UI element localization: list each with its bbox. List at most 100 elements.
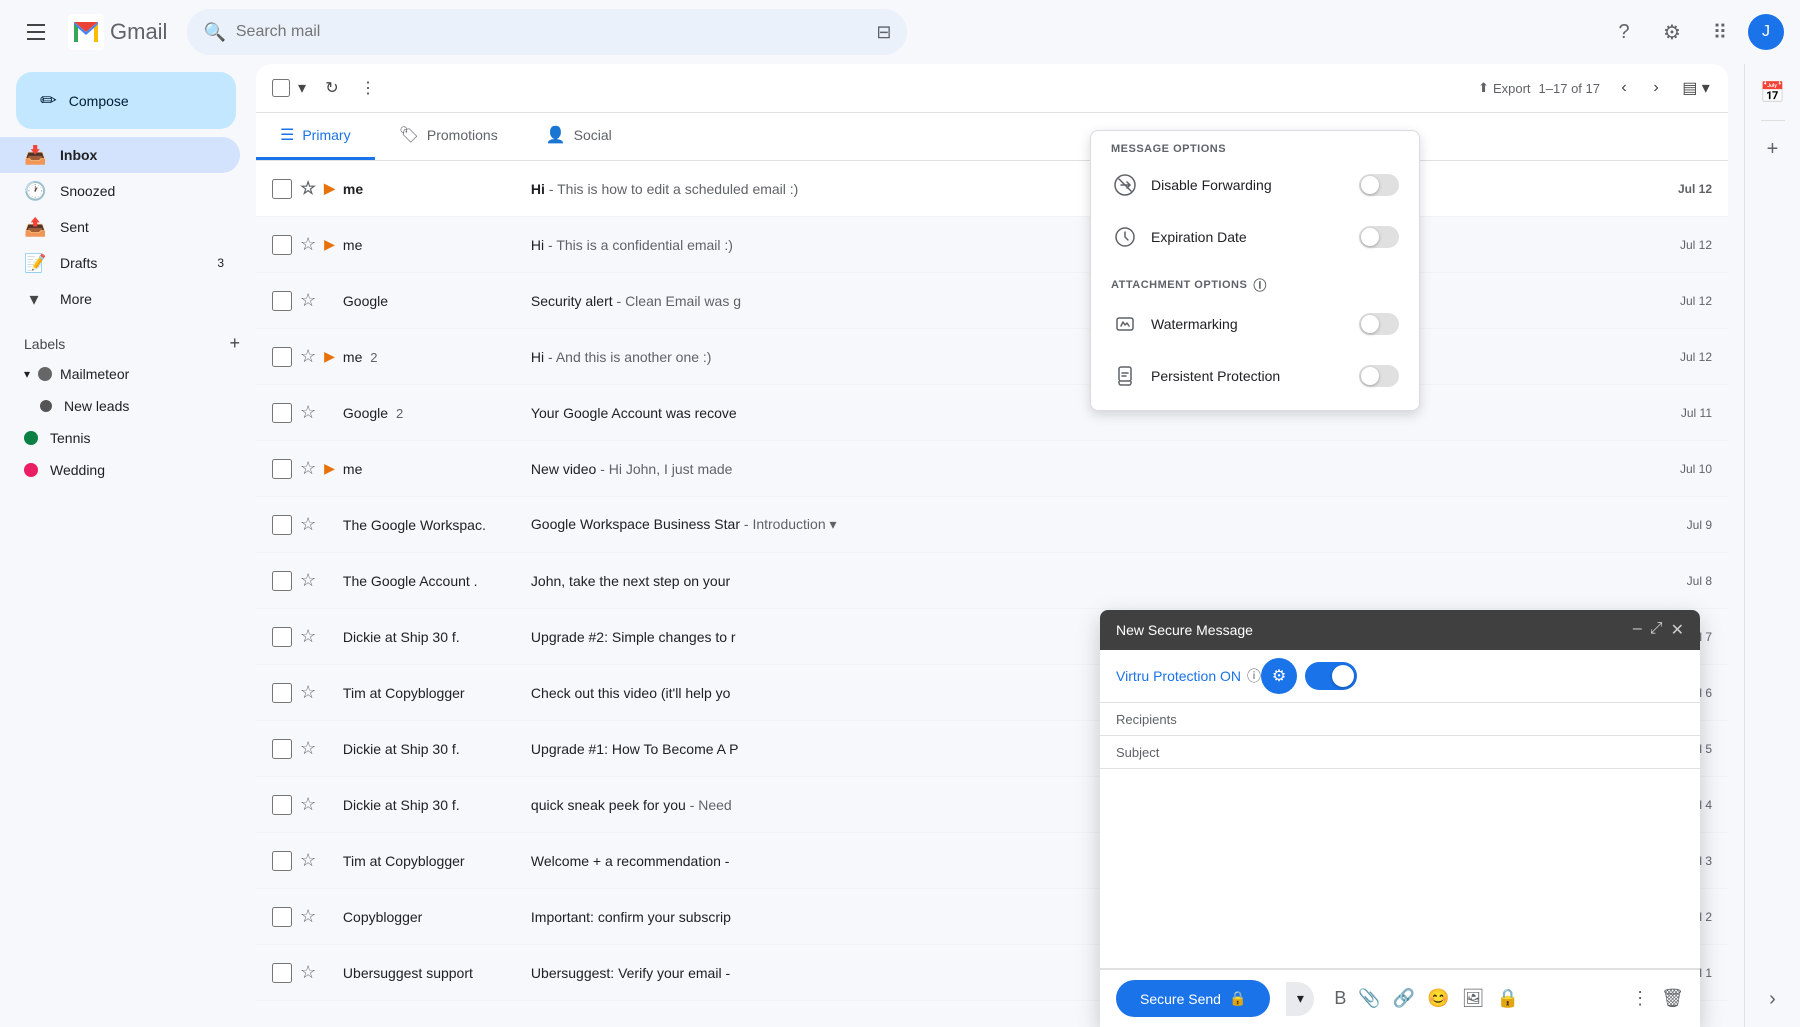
attachment-info-icon[interactable]: ⓘ — [1253, 275, 1267, 294]
star-icon[interactable]: ☆ — [300, 1018, 316, 1019]
table-row[interactable]: ☆ ▶ me Hi - This is a confidential email… — [256, 217, 1728, 273]
expand-button[interactable]: ⤢ — [1650, 620, 1663, 640]
more-options-footer-button[interactable]: ⋮ — [1631, 988, 1649, 1009]
email-checkbox[interactable] — [272, 235, 292, 255]
compose-button[interactable]: ✏ Compose — [16, 72, 236, 129]
sidebar-item-inbox[interactable]: 📥 Inbox — [0, 137, 240, 173]
insert-image-button[interactable]: 🖼 — [1462, 988, 1485, 1009]
label-item-new-leads[interactable]: New leads — [0, 390, 240, 422]
star-icon[interactable]: ☆ — [300, 682, 316, 703]
email-checkbox[interactable] — [272, 963, 292, 983]
tab-primary[interactable]: ☰ Primary — [256, 113, 375, 160]
star-icon[interactable]: ☆ — [300, 346, 316, 367]
table-row[interactable]: ☆ ▶ Google 2 Your Google Account was rec… — [256, 385, 1728, 441]
disable-forwarding-toggle[interactable] — [1359, 174, 1399, 196]
email-checkbox[interactable] — [272, 347, 292, 367]
sidebar-item-sent[interactable]: 📤 Sent — [0, 209, 240, 245]
email-checkbox[interactable] — [272, 571, 292, 591]
label-item-mailmeteor[interactable]: ▾ Mailmeteor — [0, 358, 256, 390]
attach-file-button[interactable]: 📎 — [1358, 988, 1380, 1009]
email-checkbox[interactable] — [272, 1019, 292, 1020]
label-item-wedding[interactable]: Wedding — [0, 454, 240, 486]
tab-social[interactable]: 👤 Social — [522, 113, 636, 160]
star-icon[interactable]: ☆ — [300, 458, 316, 479]
select-all-checkbox[interactable] — [272, 79, 290, 97]
compose-footer: Secure Send 🔒 ▾ B 📎 🔗 😊 🖼 🔒 ⋮ 🗑 — [1100, 969, 1700, 1027]
persistent-protection-toggle[interactable] — [1359, 365, 1399, 387]
lock-icon: 🔒 — [1229, 990, 1246, 1007]
search-options-icon[interactable]: ⊟ — [876, 22, 891, 43]
delete-draft-button[interactable]: 🗑 — [1661, 988, 1684, 1009]
expiration-date-toggle[interactable] — [1359, 226, 1399, 248]
emoji-button[interactable]: 😊 — [1427, 988, 1449, 1009]
email-checkbox[interactable] — [272, 739, 292, 759]
add-label-button[interactable]: + — [229, 333, 240, 354]
sidebar-item-snoozed[interactable]: 🕐 Snoozed — [0, 173, 240, 209]
email-checkbox[interactable] — [272, 851, 292, 871]
send-dropdown-arrow[interactable]: ▾ — [1286, 982, 1314, 1016]
refresh-button[interactable]: ↻ — [316, 72, 348, 104]
insert-link-button[interactable]: 🔗 — [1393, 988, 1415, 1009]
lock-button[interactable]: 🔒 — [1497, 988, 1519, 1009]
format-text-button[interactable]: B — [1334, 988, 1346, 1009]
star-icon[interactable]: ☆ — [300, 178, 316, 199]
virtru-settings-button[interactable]: ⚙ — [1261, 658, 1297, 694]
minimize-button[interactable]: – — [1633, 620, 1642, 640]
star-icon[interactable]: ☆ — [300, 402, 316, 423]
label-item-tennis[interactable]: Tennis — [0, 422, 240, 454]
calendar-app-button[interactable]: 📅 — [1753, 72, 1793, 112]
menu-button[interactable] — [16, 12, 56, 52]
help-button[interactable]: ? — [1604, 12, 1644, 52]
email-checkbox[interactable] — [272, 515, 292, 535]
star-icon[interactable]: ☆ — [300, 794, 316, 815]
email-checkbox[interactable] — [272, 179, 292, 199]
avatar[interactable]: J — [1748, 14, 1784, 50]
star-icon[interactable]: ☆ — [300, 570, 316, 591]
prev-page-button[interactable]: ‹ — [1608, 72, 1640, 104]
next-page-button[interactable]: › — [1640, 72, 1672, 104]
virtru-toggle[interactable] — [1305, 662, 1357, 690]
subject-input[interactable] — [1186, 744, 1684, 760]
table-row[interactable]: ☆ ▶ The Google Account . John, take the … — [256, 553, 1728, 609]
sidebar-item-more[interactable]: ▾ More — [0, 281, 240, 317]
watermarking-toggle[interactable] — [1359, 313, 1399, 335]
email-checkbox[interactable] — [272, 291, 292, 311]
send-options-dropdown[interactable]: ▾ — [1286, 982, 1314, 1016]
table-row[interactable]: ☆ ▶ me New video - Hi John, I just made … — [256, 441, 1728, 497]
email-checkbox[interactable] — [272, 907, 292, 927]
email-checkbox[interactable] — [272, 683, 292, 703]
star-icon[interactable]: ☆ — [300, 290, 316, 311]
settings-button[interactable]: ⚙ — [1652, 12, 1692, 52]
expand-sidebar-button[interactable]: › — [1753, 979, 1793, 1019]
apps-button[interactable]: ⠿ — [1700, 12, 1740, 52]
view-options-button[interactable]: ▤ ▾ — [1680, 72, 1712, 104]
star-icon[interactable]: ☆ — [300, 514, 316, 535]
star-icon[interactable]: ☆ — [300, 234, 316, 255]
virtru-info-icon[interactable]: ⓘ — [1247, 666, 1261, 686]
select-dropdown-button[interactable]: ▾ — [292, 72, 312, 104]
tab-promotions[interactable]: 🏷 Promotions — [375, 113, 522, 160]
email-checkbox[interactable] — [272, 459, 292, 479]
star-icon[interactable]: ☆ — [300, 962, 316, 983]
table-row[interactable]: ☆ ▶ me Hi - This is how to edit a schedu… — [256, 161, 1728, 217]
secure-send-button[interactable]: Secure Send 🔒 — [1116, 980, 1270, 1017]
email-checkbox[interactable] — [272, 627, 292, 647]
star-icon[interactable]: ☆ — [300, 850, 316, 871]
star-icon[interactable]: ☆ — [300, 626, 316, 647]
search-input[interactable] — [236, 23, 866, 41]
close-compose-button[interactable]: ✕ — [1671, 620, 1684, 640]
search-bar[interactable]: 🔍 ⊟ — [187, 9, 907, 55]
table-row[interactable]: ☆ ▶ Google Security alert - Clean Email … — [256, 273, 1728, 329]
export-button[interactable]: ⬆ Export — [1478, 80, 1530, 96]
table-row[interactable]: ☆ ▶ The Google Workspac. Google Workspac… — [256, 497, 1728, 553]
add-app-button[interactable]: + — [1753, 129, 1793, 169]
recipients-input[interactable] — [1186, 711, 1684, 727]
sidebar-item-drafts[interactable]: 📝 Drafts 3 — [0, 245, 240, 281]
star-icon[interactable]: ☆ — [300, 738, 316, 759]
more-options-button[interactable]: ⋮ — [352, 72, 384, 104]
email-checkbox[interactable] — [272, 795, 292, 815]
email-checkbox[interactable] — [272, 403, 292, 423]
table-row[interactable]: ☆ ▶ me 2 Hi - And this is another one :)… — [256, 329, 1728, 385]
star-icon[interactable]: ☆ — [300, 906, 316, 927]
compose-body[interactable] — [1100, 769, 1700, 969]
